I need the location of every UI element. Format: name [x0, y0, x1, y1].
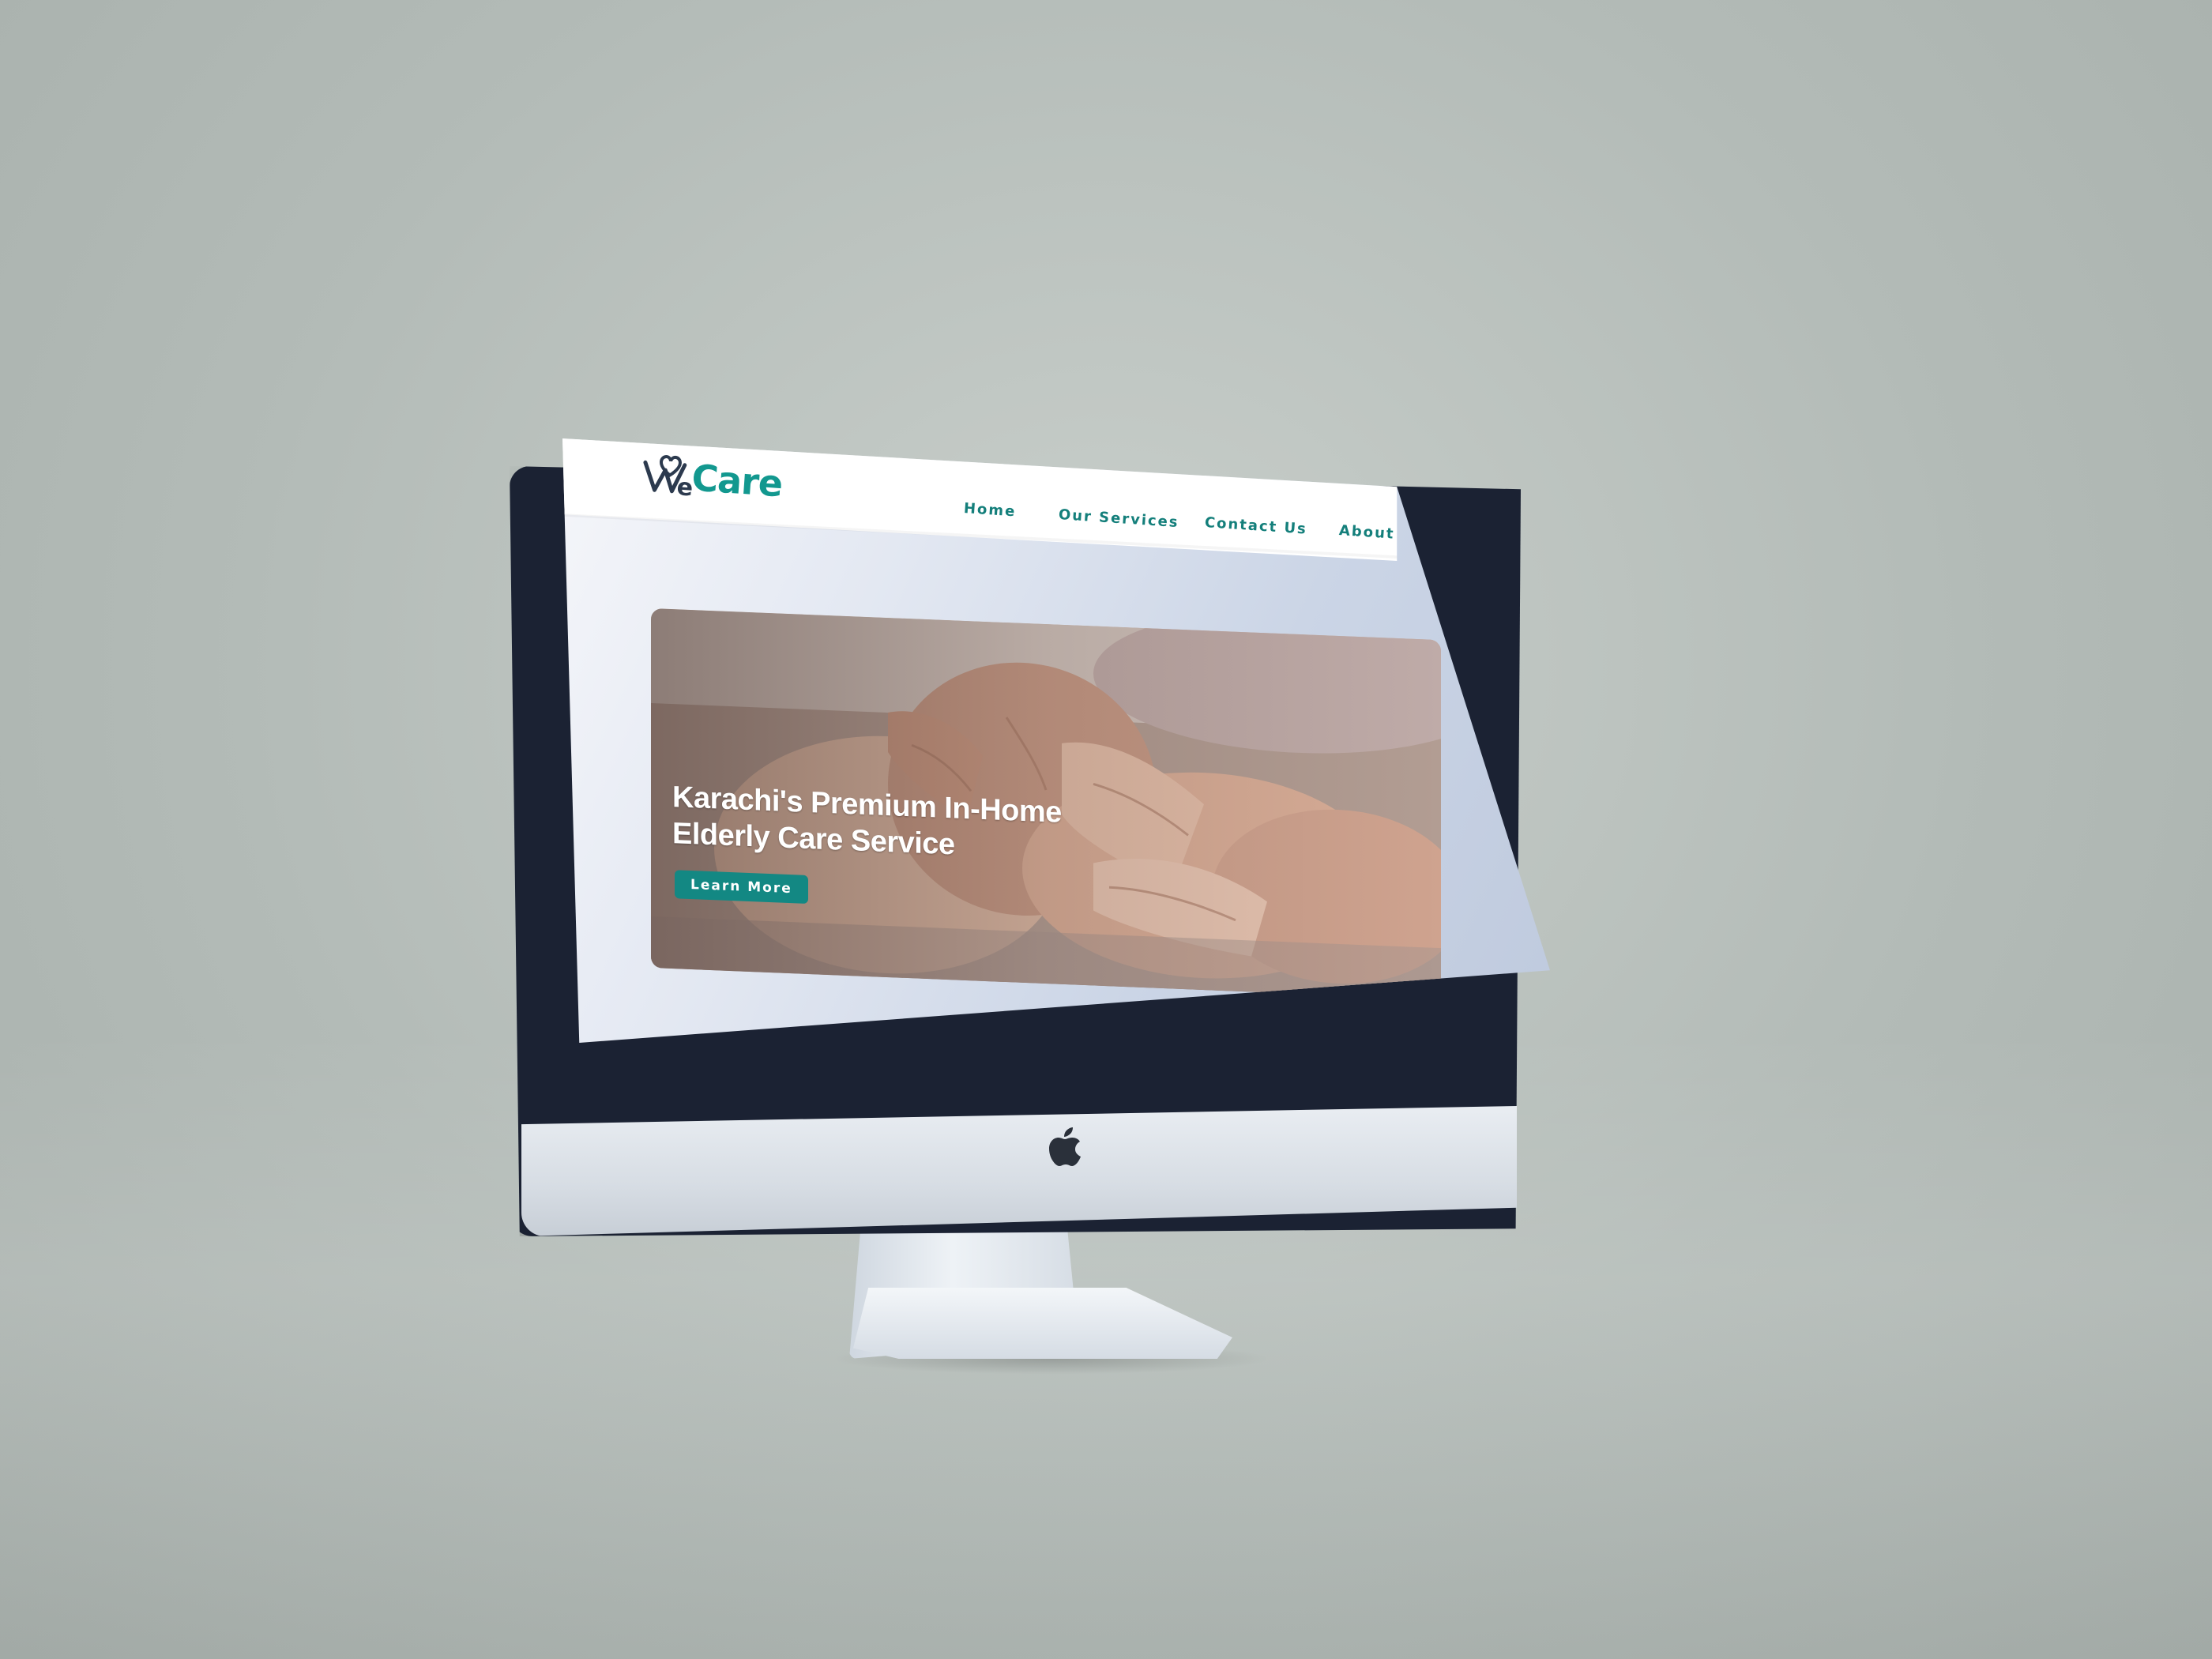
learn-more-button[interactable]: Learn More: [675, 870, 808, 904]
hero-banner: Karachi's Premium In-Home Elderly Care S…: [651, 608, 1441, 1000]
apple-icon: [1049, 1127, 1081, 1166]
nav-home[interactable]: Home: [963, 500, 1017, 520]
logo-care-text: Care: [690, 456, 784, 506]
heart-w-logo-icon: e: [643, 455, 694, 501]
wecare-logo[interactable]: e Care: [640, 448, 784, 506]
website-screen: e Care Home Our Services Contact Us Abou…: [562, 438, 1550, 1043]
